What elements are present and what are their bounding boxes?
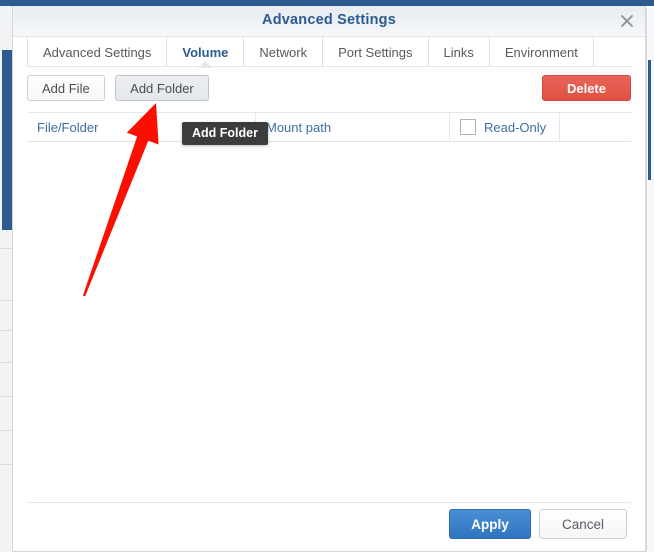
background-scrollbar[interactable] — [648, 60, 651, 180]
column-header-read-only[interactable]: Read-Only — [449, 113, 559, 141]
tab-label: Advanced Settings — [43, 44, 152, 60]
background-divider — [0, 330, 12, 331]
tab-label: Port Settings — [338, 44, 413, 60]
table-body-empty — [27, 142, 631, 494]
dialog-header: Advanced Settings — [13, 6, 645, 37]
tab-label: Environment — [504, 44, 578, 60]
background-divider — [0, 396, 12, 397]
read-only-select-all-checkbox[interactable] — [460, 119, 476, 135]
column-header-tail — [559, 113, 631, 141]
tab-port-settings[interactable]: Port Settings — [322, 37, 427, 67]
close-icon[interactable] — [615, 10, 639, 32]
tab-label: Network — [259, 44, 308, 60]
delete-label: Delete — [566, 80, 606, 96]
add-file-label: Add File — [42, 80, 90, 96]
tab-environment[interactable]: Environment — [488, 37, 594, 67]
advanced-settings-dialog: Advanced Settings Advanced Settings Volu… — [12, 6, 646, 552]
background-divider — [0, 362, 12, 363]
background-divider — [0, 248, 12, 249]
apply-button[interactable]: Apply — [449, 509, 531, 539]
add-folder-tooltip: Add Folder — [182, 122, 268, 145]
tab-bar: Advanced Settings Volume Network Port Se… — [13, 37, 645, 68]
column-header-label: Read-Only — [484, 119, 547, 135]
tab-advanced-settings[interactable]: Advanced Settings — [27, 37, 166, 67]
delete-button[interactable]: Delete — [541, 75, 631, 101]
window-titlebar-strip — [0, 0, 654, 6]
background-sidebar-accent — [2, 50, 12, 230]
volume-toolbar: Add File Add Folder Delete — [13, 67, 645, 107]
tab-network[interactable]: Network — [243, 37, 322, 67]
volume-table: File/Folder Mount path Read-Only — [27, 112, 631, 494]
screen: Advanced Settings Advanced Settings Volu… — [0, 0, 654, 552]
cancel-button[interactable]: Cancel — [539, 509, 627, 539]
tab-label: Links — [443, 44, 474, 60]
tab-links[interactable]: Links — [427, 37, 489, 67]
column-header-label: File/Folder — [37, 119, 99, 135]
tab-volume[interactable]: Volume — [166, 37, 243, 68]
tooltip-label: Add Folder — [192, 126, 258, 140]
column-header-label: Mount path — [266, 119, 332, 135]
dialog-title: Advanced Settings — [262, 12, 396, 28]
add-folder-label: Add Folder — [130, 80, 194, 96]
column-header-mount-path[interactable]: Mount path — [255, 113, 449, 141]
table-header-row: File/Folder Mount path Read-Only — [27, 113, 631, 142]
add-file-button[interactable]: Add File — [27, 75, 105, 101]
tab-label: Volume — [182, 44, 229, 60]
cancel-label: Cancel — [561, 516, 605, 532]
dialog-footer: Apply Cancel — [13, 509, 645, 539]
footer-separator — [27, 502, 631, 503]
background-divider — [0, 464, 12, 465]
background-divider — [0, 300, 12, 301]
add-folder-button[interactable]: Add Folder — [115, 75, 209, 101]
apply-label: Apply — [471, 516, 509, 532]
background-divider — [0, 430, 12, 431]
